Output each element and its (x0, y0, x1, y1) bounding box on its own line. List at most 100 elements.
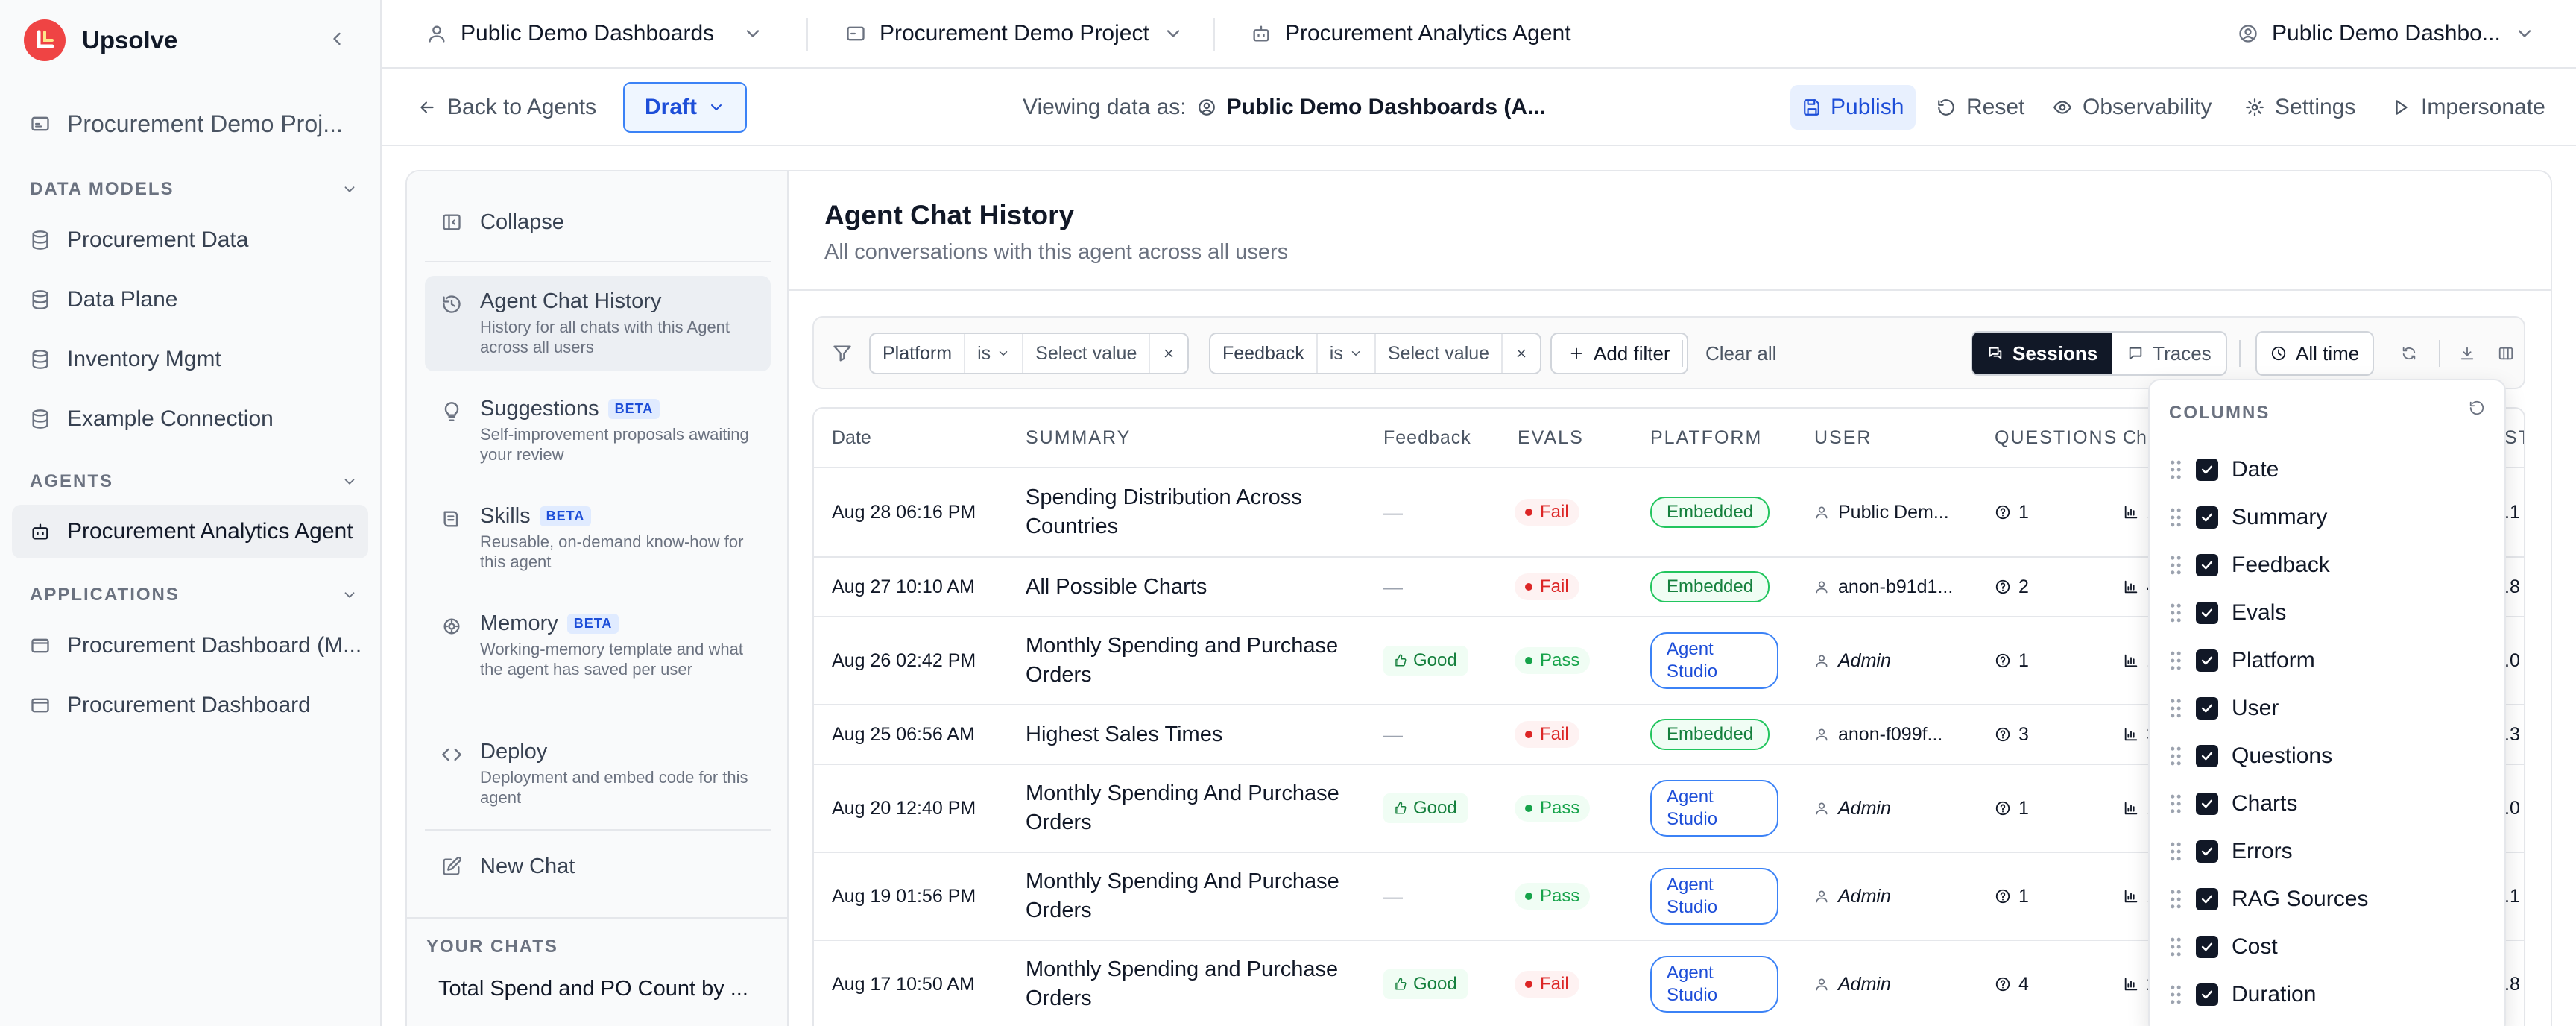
remove-filter-icon[interactable] (1150, 334, 1187, 373)
nav-memory[interactable]: Memory BETA Working-memory template and w… (425, 598, 771, 714)
traces-tab[interactable]: Traces (2112, 333, 2226, 374)
remove-filter-icon[interactable] (1503, 334, 1540, 373)
drag-handle-icon[interactable] (2169, 889, 2182, 910)
column-toggle-platform[interactable]: Platform (2169, 643, 2315, 679)
nav-agent-chat-history[interactable]: Agent Chat History History for all chats… (425, 276, 771, 371)
observability-button[interactable]: Observability (2053, 69, 2212, 146)
clear-all-button[interactable]: Clear all (1705, 333, 1776, 374)
add-filter-button[interactable]: Add filter (1550, 333, 1688, 374)
chat-list-item[interactable]: Total Spend and PO Count by ... (438, 977, 766, 1001)
filter-chip-feedback[interactable]: Feedback is Select value (1209, 333, 1542, 374)
column-toggle-duration[interactable]: Duration (2169, 977, 2316, 1013)
project-dropdown[interactable]: Procurement Demo Project (845, 0, 1184, 67)
sidebar-item-data-plane[interactable]: Data Plane (12, 273, 368, 327)
column-toggle-date[interactable]: Date (2169, 452, 2279, 488)
drag-handle-icon[interactable] (2169, 507, 2182, 528)
operator-select[interactable]: is (1318, 334, 1376, 373)
column-toggle-user[interactable]: User (2169, 690, 2279, 726)
drag-handle-icon[interactable] (2169, 602, 2182, 623)
checkbox-checked[interactable] (2196, 554, 2218, 576)
operator-select[interactable]: is (965, 334, 1024, 373)
checkbox-checked[interactable] (2196, 459, 2218, 481)
drag-handle-icon[interactable] (2169, 841, 2182, 862)
cell-date: Aug 17 10:50 AM (832, 973, 975, 995)
nav-skills[interactable]: Skills BETA Reusable, on-demand know-how … (425, 491, 771, 586)
column-toggle-charts[interactable]: Charts (2169, 786, 2297, 822)
back-to-agents-link[interactable]: Back to Agents (417, 69, 596, 146)
filter-icon[interactable] (820, 331, 865, 376)
section-applications[interactable]: APPLICATIONS (30, 580, 358, 610)
column-toggle-evals[interactable]: Evals (2169, 595, 2286, 631)
drag-handle-icon[interactable] (2169, 459, 2182, 480)
drag-handle-icon[interactable] (2169, 793, 2182, 814)
drag-handle-icon[interactable] (2169, 746, 2182, 767)
checkbox-checked[interactable] (2196, 888, 2218, 910)
column-header-platform[interactable]: PLATFORM (1650, 409, 1762, 467)
impersonate-button[interactable]: Impersonate (2391, 69, 2545, 146)
column-toggle-errors[interactable]: Errors (2169, 834, 2293, 869)
nav-suggestions[interactable]: Suggestions BETA Self-improvement proposa… (425, 383, 771, 479)
sessions-tab[interactable]: Sessions (1972, 333, 2113, 374)
column-toggle-rag-sources[interactable]: RAG Sources (2169, 881, 2368, 917)
settings-button[interactable]: Settings (2245, 69, 2355, 146)
column-header-summary[interactable]: SUMMARY (1026, 409, 1131, 467)
drag-handle-icon[interactable] (2169, 937, 2182, 957)
account-menu[interactable]: Public Demo Dashbo... (2238, 0, 2535, 67)
columns-icon[interactable] (2484, 331, 2528, 376)
checkbox-checked[interactable] (2196, 745, 2218, 767)
cell-questions: 4 (1995, 941, 2029, 1026)
publish-button[interactable]: Publish (1790, 85, 1916, 130)
column-toggle-feedback[interactable]: Feedback (2169, 547, 2330, 583)
sidebar-item-procurement-analytics-agent[interactable]: Procurement Analytics Agent (12, 505, 368, 558)
cell-user: Admin (1814, 617, 1891, 704)
column-label: Errors (2232, 839, 2293, 863)
viewing-data-as[interactable]: Viewing data as: Public Demo Dashboards … (1023, 69, 1546, 146)
section-agents[interactable]: AGENTS (30, 467, 358, 497)
draft-version-dropdown[interactable]: Draft (623, 82, 747, 133)
checkbox-checked[interactable] (2196, 983, 2218, 1006)
brand[interactable]: Upsolve (24, 18, 177, 63)
reset-button[interactable]: Reset (1936, 69, 2024, 146)
drag-handle-icon[interactable] (2169, 555, 2182, 576)
column-toggle-summary[interactable]: Summary (2169, 500, 2327, 535)
value-select[interactable]: Select value (1376, 334, 1503, 373)
drag-handle-icon[interactable] (2169, 698, 2182, 719)
checkbox-checked[interactable] (2196, 840, 2218, 863)
collapse-sidebar-icon[interactable] (326, 28, 347, 49)
sidebar-item-procurement-data[interactable]: Procurement Data (12, 213, 368, 267)
refresh-icon[interactable] (2387, 331, 2431, 376)
sidebar-item-inventory-mgmt[interactable]: Inventory Mgmt (12, 333, 368, 386)
collapse-button[interactable]: Collapse (425, 197, 771, 248)
download-icon[interactable] (2445, 331, 2490, 376)
panel-left-icon (443, 214, 461, 230)
checkbox-checked[interactable] (2196, 793, 2218, 815)
section-data-models[interactable]: DATA MODELS (30, 174, 358, 204)
filter-chip-platform[interactable]: Platform is Select value (869, 333, 1190, 374)
checkbox-checked[interactable] (2196, 697, 2218, 720)
column-header-user[interactable]: USER (1814, 409, 1872, 467)
column-header-date[interactable]: Date (832, 409, 871, 467)
drag-handle-icon[interactable] (2169, 984, 2182, 1005)
column-header-feedback[interactable]: Feedback (1383, 409, 1471, 467)
sidebar-item-procurement-dashboard[interactable]: Procurement Dashboard (12, 679, 368, 732)
nav-deploy[interactable]: Deploy Deployment and embed code for thi… (425, 726, 771, 822)
column-header-evals[interactable]: EVALS (1518, 409, 1584, 467)
sidebar-item-procurement-dashboard-m[interactable]: Procurement Dashboard (M... (12, 619, 368, 673)
column-header-questions[interactable]: QUESTIONS (1995, 409, 2118, 467)
new-chat-button[interactable]: New Chat (425, 841, 771, 893)
column-toggle-cost[interactable]: Cost (2169, 929, 2278, 965)
column-toggle-questions[interactable]: Questions (2169, 738, 2332, 774)
sidebar-item-example-connection[interactable]: Example Connection (12, 392, 368, 446)
checkbox-checked[interactable] (2196, 602, 2218, 624)
checkbox-checked[interactable] (2196, 649, 2218, 672)
column-header-status[interactable]: ST (2504, 409, 2524, 467)
drag-handle-icon[interactable] (2169, 650, 2182, 671)
workspace-selector[interactable]: Public Demo Dashboards (426, 0, 763, 67)
checkbox-checked[interactable] (2196, 506, 2218, 529)
project-selector[interactable]: Procurement Demo Proj... (12, 97, 368, 151)
reset-columns-icon[interactable] (2469, 400, 2485, 416)
column-header-charts[interactable]: Ch (2123, 409, 2147, 467)
value-select[interactable]: Select value (1023, 334, 1151, 373)
time-range-button[interactable]: All time (2255, 331, 2375, 376)
checkbox-checked[interactable] (2196, 936, 2218, 958)
